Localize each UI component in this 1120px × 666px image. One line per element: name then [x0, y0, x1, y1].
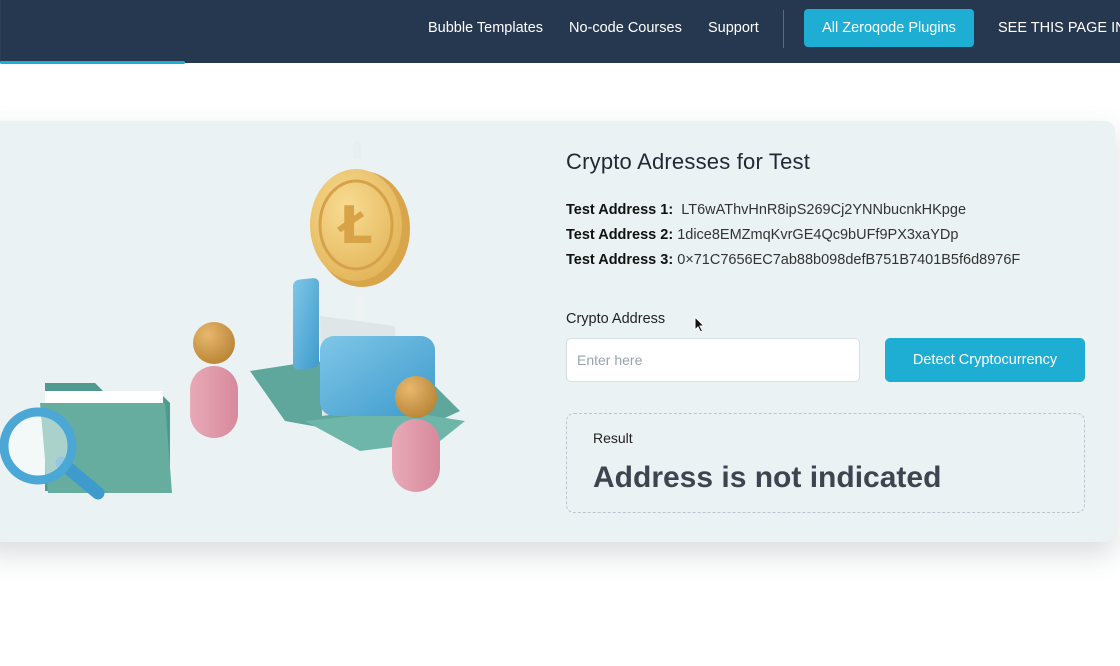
person-figure-right — [392, 376, 440, 492]
all-plugins-button[interactable]: All Zeroqode Plugins — [804, 9, 974, 47]
test-address-label: Test Address 2: — [566, 227, 674, 243]
test-address-row-2: Test Address 2: 1dice8EMZmqKvrGE4Qc9bUFf… — [566, 227, 958, 243]
crypto-address-input[interactable] — [566, 338, 860, 382]
test-address-label: Test Address 1: — [566, 202, 674, 218]
nav-link-support[interactable]: Support — [708, 19, 759, 37]
litecoin-coin-icon: Ł — [310, 169, 410, 287]
active-nav-indicator — [0, 61, 185, 64]
crypto-address-label: Crypto Address — [566, 311, 666, 327]
see-page-in-link[interactable]: SEE THIS PAGE IN — [998, 19, 1120, 37]
result-text: Address is not indicated — [593, 461, 942, 494]
test-address-row-1: Test Address 1: LT6wAThvHnR8ipS269Cj2YNN… — [566, 202, 966, 218]
test-address-value: 1dice8EMZmqKvrGE4Qc9bUFf9PX3xaYDp — [677, 227, 959, 243]
detect-cryptocurrency-button[interactable]: Detect Cryptocurrency — [885, 338, 1085, 382]
nav-link-nocode-courses[interactable]: No-code Courses — [569, 19, 682, 37]
test-address-value: LT6wAThvHnR8ipS269Cj2YNNbucnkHKpge — [681, 202, 967, 218]
test-address-row-3: Test Address 3: 0×71C7656EC7ab88b098defB… — [566, 252, 1020, 268]
coin-hanger — [353, 141, 361, 159]
person-figure-left — [190, 322, 238, 438]
card-title: Crypto Adresses for Test — [566, 149, 811, 174]
top-navbar: Bubble Templates No-code Courses Support… — [0, 0, 1120, 64]
result-label: Result — [593, 430, 633, 446]
test-address-label: Test Address 3: — [566, 252, 674, 268]
blue-panel-left — [293, 278, 319, 370]
mouse-cursor-icon — [694, 316, 706, 333]
nav-divider — [783, 10, 784, 48]
test-address-value: 0×71C7656EC7ab88b098defB751B7401B5f6d897… — [677, 252, 1021, 268]
svg-text:Ł: Ł — [336, 196, 372, 256]
crypto-illustration: Ł — [0, 141, 465, 500]
nav-link-bubble-templates[interactable]: Bubble Templates — [428, 19, 543, 37]
